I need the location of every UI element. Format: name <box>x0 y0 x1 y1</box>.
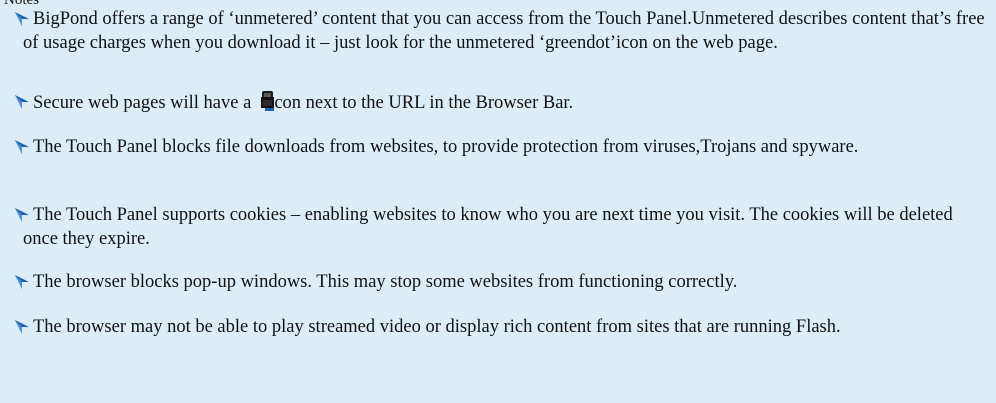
note-item: BigPond offers a range of ‘unmetered’ co… <box>0 8 996 55</box>
blue-arrow-bullet-icon <box>14 274 30 290</box>
note-text: The Touch Panel supports cookies – enabl… <box>23 205 953 249</box>
note-text: Secure web pages will have a con next to … <box>0 91 996 116</box>
note-item: The Touch Panel blocks file downloads fr… <box>0 136 996 160</box>
blue-arrow-bullet-icon <box>14 139 30 155</box>
note-item: Secure web pages will have a con next to … <box>0 91 996 116</box>
note-text: The browser blocks pop-up windows. This … <box>33 272 738 292</box>
blue-arrow-bullet-icon <box>14 94 30 110</box>
blue-arrow-bullet-icon <box>14 319 30 335</box>
note-item: The browser blocks pop-up windows. This … <box>0 271 996 295</box>
note-text-before: Secure web pages will have a <box>33 93 252 113</box>
note-item: The Touch Panel supports cookies – enabl… <box>0 204 996 251</box>
note-text: BigPond offers a range of ‘unmetered’ co… <box>23 9 985 53</box>
note-text: The Touch Panel blocks file downloads fr… <box>33 137 859 157</box>
blue-arrow-bullet-icon <box>14 11 30 27</box>
note-text: The browser may not be able to play stre… <box>33 317 841 337</box>
note-item: The browser may not be able to play stre… <box>0 316 996 340</box>
blue-arrow-bullet-icon <box>14 207 30 223</box>
note-text-after: con next to the URL in the Browser Bar. <box>274 93 574 113</box>
lock-icon <box>261 91 275 111</box>
